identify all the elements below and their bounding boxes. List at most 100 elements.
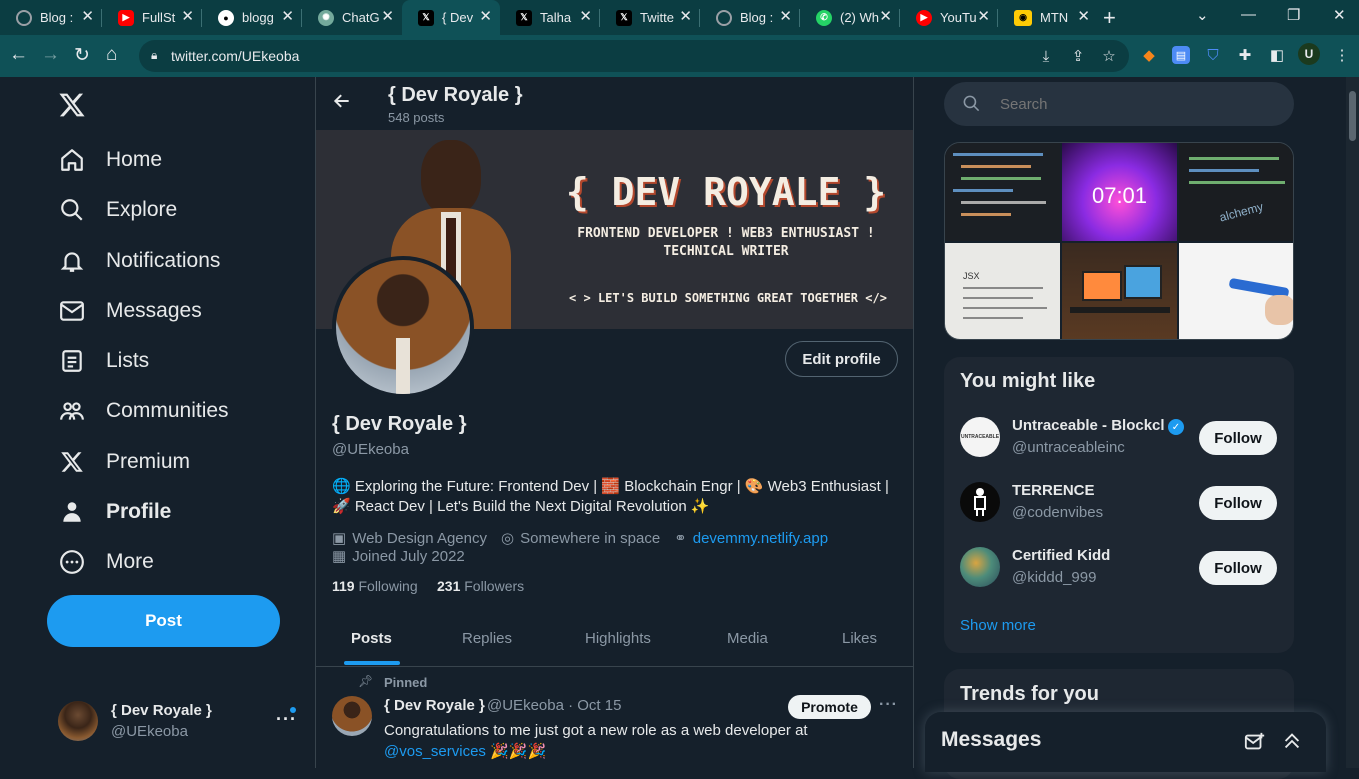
side-panel-icon[interactable]: ◧ xyxy=(1268,46,1286,64)
close-icon[interactable]: ✕ xyxy=(779,9,792,25)
lock-icon: 🔒︎ xyxy=(151,48,158,62)
shield-icon[interactable]: ⛉ xyxy=(1204,46,1222,64)
sidebar-item-more[interactable]: More xyxy=(58,542,154,582)
pinned-post[interactable]: 📌︎ Pinned { Dev Royale } @UEkeoba · Oct … xyxy=(316,667,913,768)
media-thumb[interactable]: JSX xyxy=(945,243,1060,339)
restore-button[interactable]: ❐ xyxy=(1287,6,1300,24)
search-input[interactable] xyxy=(1000,92,1260,116)
post-mention-link[interactable]: @vos_services xyxy=(384,743,486,760)
close-icon[interactable]: ✕ xyxy=(281,9,294,25)
scrollbar-thumb[interactable] xyxy=(1349,91,1356,141)
post-author-name[interactable]: { Dev Royale } xyxy=(384,697,485,714)
new-tab-button[interactable]: + xyxy=(1103,5,1116,31)
star-icon[interactable]: ☆ xyxy=(1100,47,1118,65)
browser-tab-active[interactable]: 𝕏 { Dev ✕ xyxy=(402,0,500,35)
browser-tab[interactable]: 𝕏 Talha ✕ xyxy=(500,0,600,35)
sidebar-item-lists[interactable]: Lists xyxy=(58,341,149,381)
sidebar-item-explore[interactable]: Explore xyxy=(58,190,177,230)
suggestion-item[interactable]: Certified Kidd @kiddd_999 Follow xyxy=(944,537,1294,599)
sidebar-item-label: Explore xyxy=(106,198,178,221)
scrollbar[interactable] xyxy=(1346,77,1359,768)
sidebar-item-notifications[interactable]: Notifications xyxy=(58,241,220,281)
install-icon[interactable]: ⤓ xyxy=(1037,47,1055,65)
media-thumb[interactable] xyxy=(1062,243,1177,339)
close-icon[interactable]: ✕ xyxy=(579,9,592,25)
tab-media[interactable]: Media xyxy=(727,630,768,647)
close-icon[interactable]: ✕ xyxy=(977,9,990,25)
home-button[interactable]: ⌂ xyxy=(106,44,117,66)
follow-button[interactable]: Follow xyxy=(1199,486,1277,520)
x-logo-icon[interactable] xyxy=(58,91,86,119)
chevron-up-icon[interactable] xyxy=(1281,730,1303,757)
suggestion-item[interactable]: TERRENCE @codenvibes Follow xyxy=(944,472,1294,534)
browser-tab[interactable]: 𝕏 Twitte ✕ xyxy=(600,0,700,35)
media-thumb[interactable] xyxy=(1179,243,1293,339)
browser-tab[interactable]: ◉ MTN ✕ xyxy=(998,0,1098,35)
back-button[interactable]: ← xyxy=(9,44,28,66)
tab-search-icon[interactable]: ⌄ xyxy=(1196,6,1209,24)
close-icon[interactable]: ✕ xyxy=(81,9,94,25)
suggestion-handle: @untraceableinc xyxy=(1012,439,1125,456)
follow-button[interactable]: Follow xyxy=(1199,551,1277,585)
messages-drawer[interactable]: Messages xyxy=(925,712,1326,772)
tab-posts[interactable]: Posts xyxy=(351,630,392,647)
sidebar-item-messages[interactable]: Messages xyxy=(58,291,202,331)
new-message-icon[interactable] xyxy=(1244,731,1266,758)
sidebar-item-premium[interactable]: Premium xyxy=(58,442,190,482)
post-text-line2: @vos_services 🎉🎉🎉 xyxy=(384,742,546,760)
browser-tab[interactable]: ● blogg ✕ xyxy=(202,0,302,35)
browser-tab[interactable]: Blog : ✕ xyxy=(700,0,800,35)
x-logo-icon xyxy=(58,448,86,476)
media-doc-text: JSX xyxy=(963,271,980,281)
share-icon[interactable]: ⇪ xyxy=(1069,47,1087,65)
browser-tab[interactable]: Blog : ✕ xyxy=(0,0,102,35)
show-more-link[interactable]: Show more xyxy=(960,617,1036,634)
close-icon[interactable]: ✕ xyxy=(1077,9,1090,25)
followers-link[interactable]: 231 Followers xyxy=(437,578,524,594)
menu-icon[interactable]: ⋮ xyxy=(1333,46,1351,64)
close-icon[interactable]: ✕ xyxy=(879,9,892,25)
tab-highlights[interactable]: Highlights xyxy=(585,630,651,647)
minimize-button[interactable]: — xyxy=(1241,6,1256,23)
tab-likes[interactable]: Likes xyxy=(842,630,877,647)
extension-chat-icon[interactable]: ▤ xyxy=(1172,46,1190,64)
followers-label: Followers xyxy=(464,578,525,594)
media-thumb[interactable]: alchemy xyxy=(1179,143,1293,241)
follow-button[interactable]: Follow xyxy=(1199,421,1277,455)
address-bar[interactable]: 🔒︎ twitter.com/UEkeoba ⤓ ⇪ ☆ xyxy=(139,40,1129,72)
media-thumb[interactable]: 07:01 xyxy=(1062,143,1177,241)
browser-tab[interactable]: ▶ FullSt ✕ xyxy=(102,0,202,35)
browser-tab[interactable]: ✆ (2) Wh ✕ xyxy=(800,0,900,35)
sidebar-item-profile[interactable]: Profile xyxy=(58,492,171,532)
metamask-icon[interactable]: ◆ xyxy=(1140,46,1158,64)
promote-button[interactable]: Promote xyxy=(788,695,871,719)
profile-website-link[interactable]: devemmy.netlify.app xyxy=(693,530,828,547)
suggestion-name: Untraceable - Blockcl xyxy=(1012,417,1165,434)
close-icon[interactable]: ✕ xyxy=(381,9,394,25)
browser-tab[interactable]: ▶ YouTu ✕ xyxy=(900,0,998,35)
avatar[interactable] xyxy=(332,696,372,736)
following-label: Following xyxy=(358,578,418,594)
profile-avatar[interactable]: U xyxy=(1298,43,1320,65)
edit-profile-button[interactable]: Edit profile xyxy=(785,341,898,377)
media-thumb[interactable] xyxy=(945,143,1060,241)
suggestion-item[interactable]: UNTRACEABLE Untraceable - Blockcl ✓ @unt… xyxy=(944,407,1294,469)
close-icon[interactable]: ✕ xyxy=(479,9,492,25)
account-switcher[interactable]: { Dev Royale } @UEkeoba ··· xyxy=(58,697,303,747)
close-window-button[interactable]: ✕ xyxy=(1333,6,1346,24)
following-link[interactable]: 119 Following xyxy=(332,578,418,594)
back-arrow-icon[interactable] xyxy=(332,91,352,117)
post-button[interactable]: Post xyxy=(47,595,280,647)
search-box[interactable] xyxy=(944,82,1294,126)
more-dots-icon[interactable]: ··· xyxy=(879,696,898,714)
reload-button[interactable]: ↻ xyxy=(74,44,90,67)
close-icon[interactable]: ✕ xyxy=(181,9,194,25)
close-icon[interactable]: ✕ xyxy=(679,9,692,25)
puzzle-icon[interactable]: ✚ xyxy=(1236,46,1254,64)
tab-replies[interactable]: Replies xyxy=(462,630,512,647)
forward-button[interactable]: → xyxy=(41,44,60,66)
sidebar-item-communities[interactable]: Communities xyxy=(58,391,229,431)
profile-avatar[interactable] xyxy=(332,256,474,398)
browser-tab[interactable]: ✺ ChatG ✕ xyxy=(302,0,402,35)
sidebar-item-home[interactable]: Home xyxy=(58,140,162,180)
